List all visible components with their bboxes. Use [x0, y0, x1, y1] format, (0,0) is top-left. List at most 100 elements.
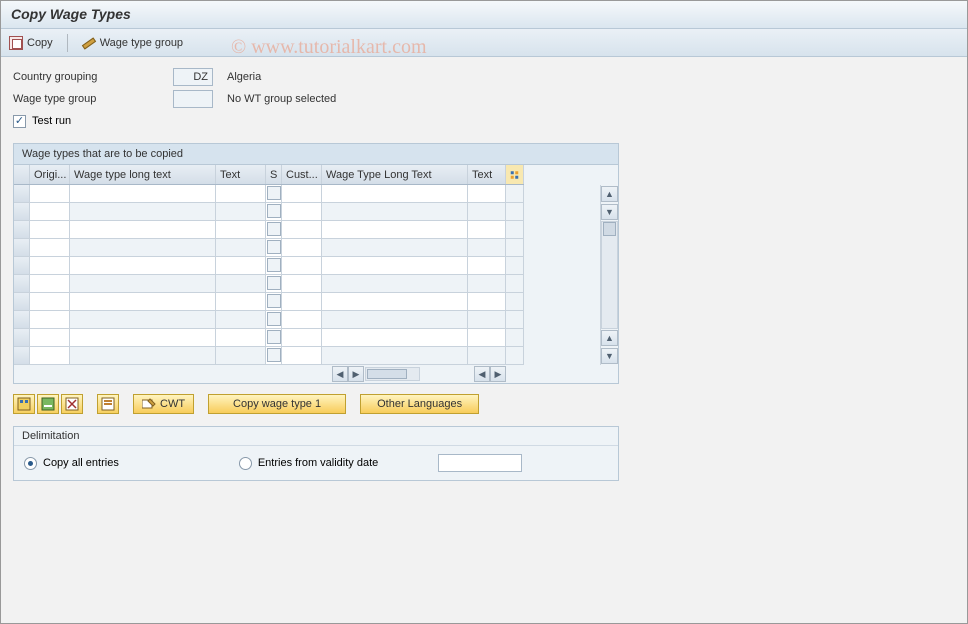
cell-text-2[interactable] [468, 347, 506, 365]
cell-original[interactable] [30, 239, 70, 257]
cell-original[interactable] [30, 221, 70, 239]
cell-original[interactable] [30, 203, 70, 221]
cell-wage-type-long-text[interactable] [70, 203, 216, 221]
other-languages-button[interactable]: Other Languages [360, 394, 479, 414]
cell-wage-type-long-text[interactable] [70, 257, 216, 275]
cell-customer[interactable] [282, 257, 322, 275]
vscroll-up-button[interactable]: ▲ [601, 186, 618, 202]
row-selector[interactable] [14, 221, 30, 239]
cell-text-2[interactable] [468, 311, 506, 329]
col-s[interactable]: S [266, 165, 282, 184]
cell-text[interactable] [216, 239, 266, 257]
col-original[interactable]: Origi... [30, 165, 70, 184]
test-run-checkbox[interactable] [13, 115, 26, 128]
row-selector[interactable] [14, 275, 30, 293]
cell-wage-type-long-text[interactable] [70, 185, 216, 203]
cell-wage-type-long-text-2[interactable] [322, 347, 468, 365]
copy-wage-type-1-button[interactable]: Copy wage type 1 [208, 394, 346, 414]
wage-type-group-button[interactable]: Wage type group [82, 36, 183, 50]
cell-customer[interactable] [282, 239, 322, 257]
cell-original[interactable] [30, 347, 70, 365]
cell-text[interactable] [216, 221, 266, 239]
hscroll-left-button-2[interactable]: ◀ [474, 366, 490, 382]
cell-s-checkbox[interactable] [266, 257, 282, 275]
copy-all-radio[interactable] [24, 457, 37, 470]
cell-customer[interactable] [282, 275, 322, 293]
cell-s-checkbox[interactable] [266, 347, 282, 365]
cell-wage-type-long-text-2[interactable] [322, 311, 468, 329]
validity-date-input[interactable] [438, 454, 522, 472]
cell-wage-type-long-text-2[interactable] [322, 293, 468, 311]
row-selector[interactable] [14, 185, 30, 203]
cell-wage-type-long-text[interactable] [70, 275, 216, 293]
cell-s-checkbox[interactable] [266, 311, 282, 329]
hscroll-left-button[interactable]: ◀ [332, 366, 348, 382]
cell-text-2[interactable] [468, 293, 506, 311]
hscroll-thumb[interactable] [367, 369, 407, 379]
cell-wage-type-long-text-2[interactable] [322, 329, 468, 347]
cell-wage-type-long-text[interactable] [70, 347, 216, 365]
cell-wage-type-long-text-2[interactable] [322, 203, 468, 221]
col-select-all[interactable] [14, 165, 30, 184]
row-selector[interactable] [14, 239, 30, 257]
col-customer[interactable]: Cust... [282, 165, 322, 184]
cell-text[interactable] [216, 257, 266, 275]
cell-wage-type-long-text-2[interactable] [322, 239, 468, 257]
vscroll-thumb[interactable] [603, 222, 616, 236]
cell-customer[interactable] [282, 311, 322, 329]
cell-text-2[interactable] [468, 329, 506, 347]
col-text-2[interactable]: Text [468, 165, 506, 184]
row-selector[interactable] [14, 311, 30, 329]
cell-customer[interactable] [282, 203, 322, 221]
copy-all-option[interactable]: Copy all entries [24, 457, 119, 470]
vscroll-down-button-2[interactable]: ▼ [601, 348, 618, 364]
cell-s-checkbox[interactable] [266, 203, 282, 221]
cell-wage-type-long-text-2[interactable] [322, 275, 468, 293]
cell-text[interactable] [216, 185, 266, 203]
cell-text-2[interactable] [468, 203, 506, 221]
cell-s-checkbox[interactable] [266, 239, 282, 257]
cell-customer[interactable] [282, 293, 322, 311]
cell-text[interactable] [216, 311, 266, 329]
cell-wage-type-long-text-2[interactable] [322, 221, 468, 239]
cell-original[interactable] [30, 185, 70, 203]
wage-type-group-input[interactable] [173, 90, 213, 108]
row-selector[interactable] [14, 329, 30, 347]
cell-text[interactable] [216, 329, 266, 347]
cell-wage-type-long-text[interactable] [70, 329, 216, 347]
cell-s-checkbox[interactable] [266, 185, 282, 203]
delete-row-button[interactable] [61, 394, 83, 414]
copy-button[interactable]: Copy [9, 36, 53, 50]
cell-original[interactable] [30, 329, 70, 347]
cell-s-checkbox[interactable] [266, 293, 282, 311]
cell-original[interactable] [30, 293, 70, 311]
cell-text-2[interactable] [468, 221, 506, 239]
vscroll-up-button-2[interactable]: ▲ [601, 330, 618, 346]
cell-wage-type-long-text-2[interactable] [322, 257, 468, 275]
country-grouping-input[interactable] [173, 68, 213, 86]
cell-original[interactable] [30, 275, 70, 293]
row-selector[interactable] [14, 257, 30, 275]
cell-original[interactable] [30, 311, 70, 329]
cell-text[interactable] [216, 293, 266, 311]
row-selector[interactable] [14, 293, 30, 311]
row-selector[interactable] [14, 203, 30, 221]
cell-wage-type-long-text[interactable] [70, 311, 216, 329]
hscroll-track[interactable] [365, 367, 420, 381]
cell-text-2[interactable] [468, 185, 506, 203]
cell-wage-type-long-text[interactable] [70, 221, 216, 239]
col-wage-type-long-text[interactable]: Wage type long text [70, 165, 216, 184]
cell-text[interactable] [216, 203, 266, 221]
col-wage-type-long-text-2[interactable]: Wage Type Long Text [322, 165, 468, 184]
hscroll-right-button[interactable]: ▶ [348, 366, 364, 382]
cell-wage-type-long-text[interactable] [70, 293, 216, 311]
cell-customer[interactable] [282, 185, 322, 203]
cell-text-2[interactable] [468, 257, 506, 275]
insert-row-button[interactable] [97, 394, 119, 414]
cell-wage-type-long-text-2[interactable] [322, 185, 468, 203]
cell-text-2[interactable] [468, 239, 506, 257]
entries-from-radio[interactable] [239, 457, 252, 470]
entries-from-option[interactable]: Entries from validity date [239, 457, 378, 470]
vscroll-down-button[interactable]: ▼ [601, 204, 618, 220]
cell-text[interactable] [216, 275, 266, 293]
